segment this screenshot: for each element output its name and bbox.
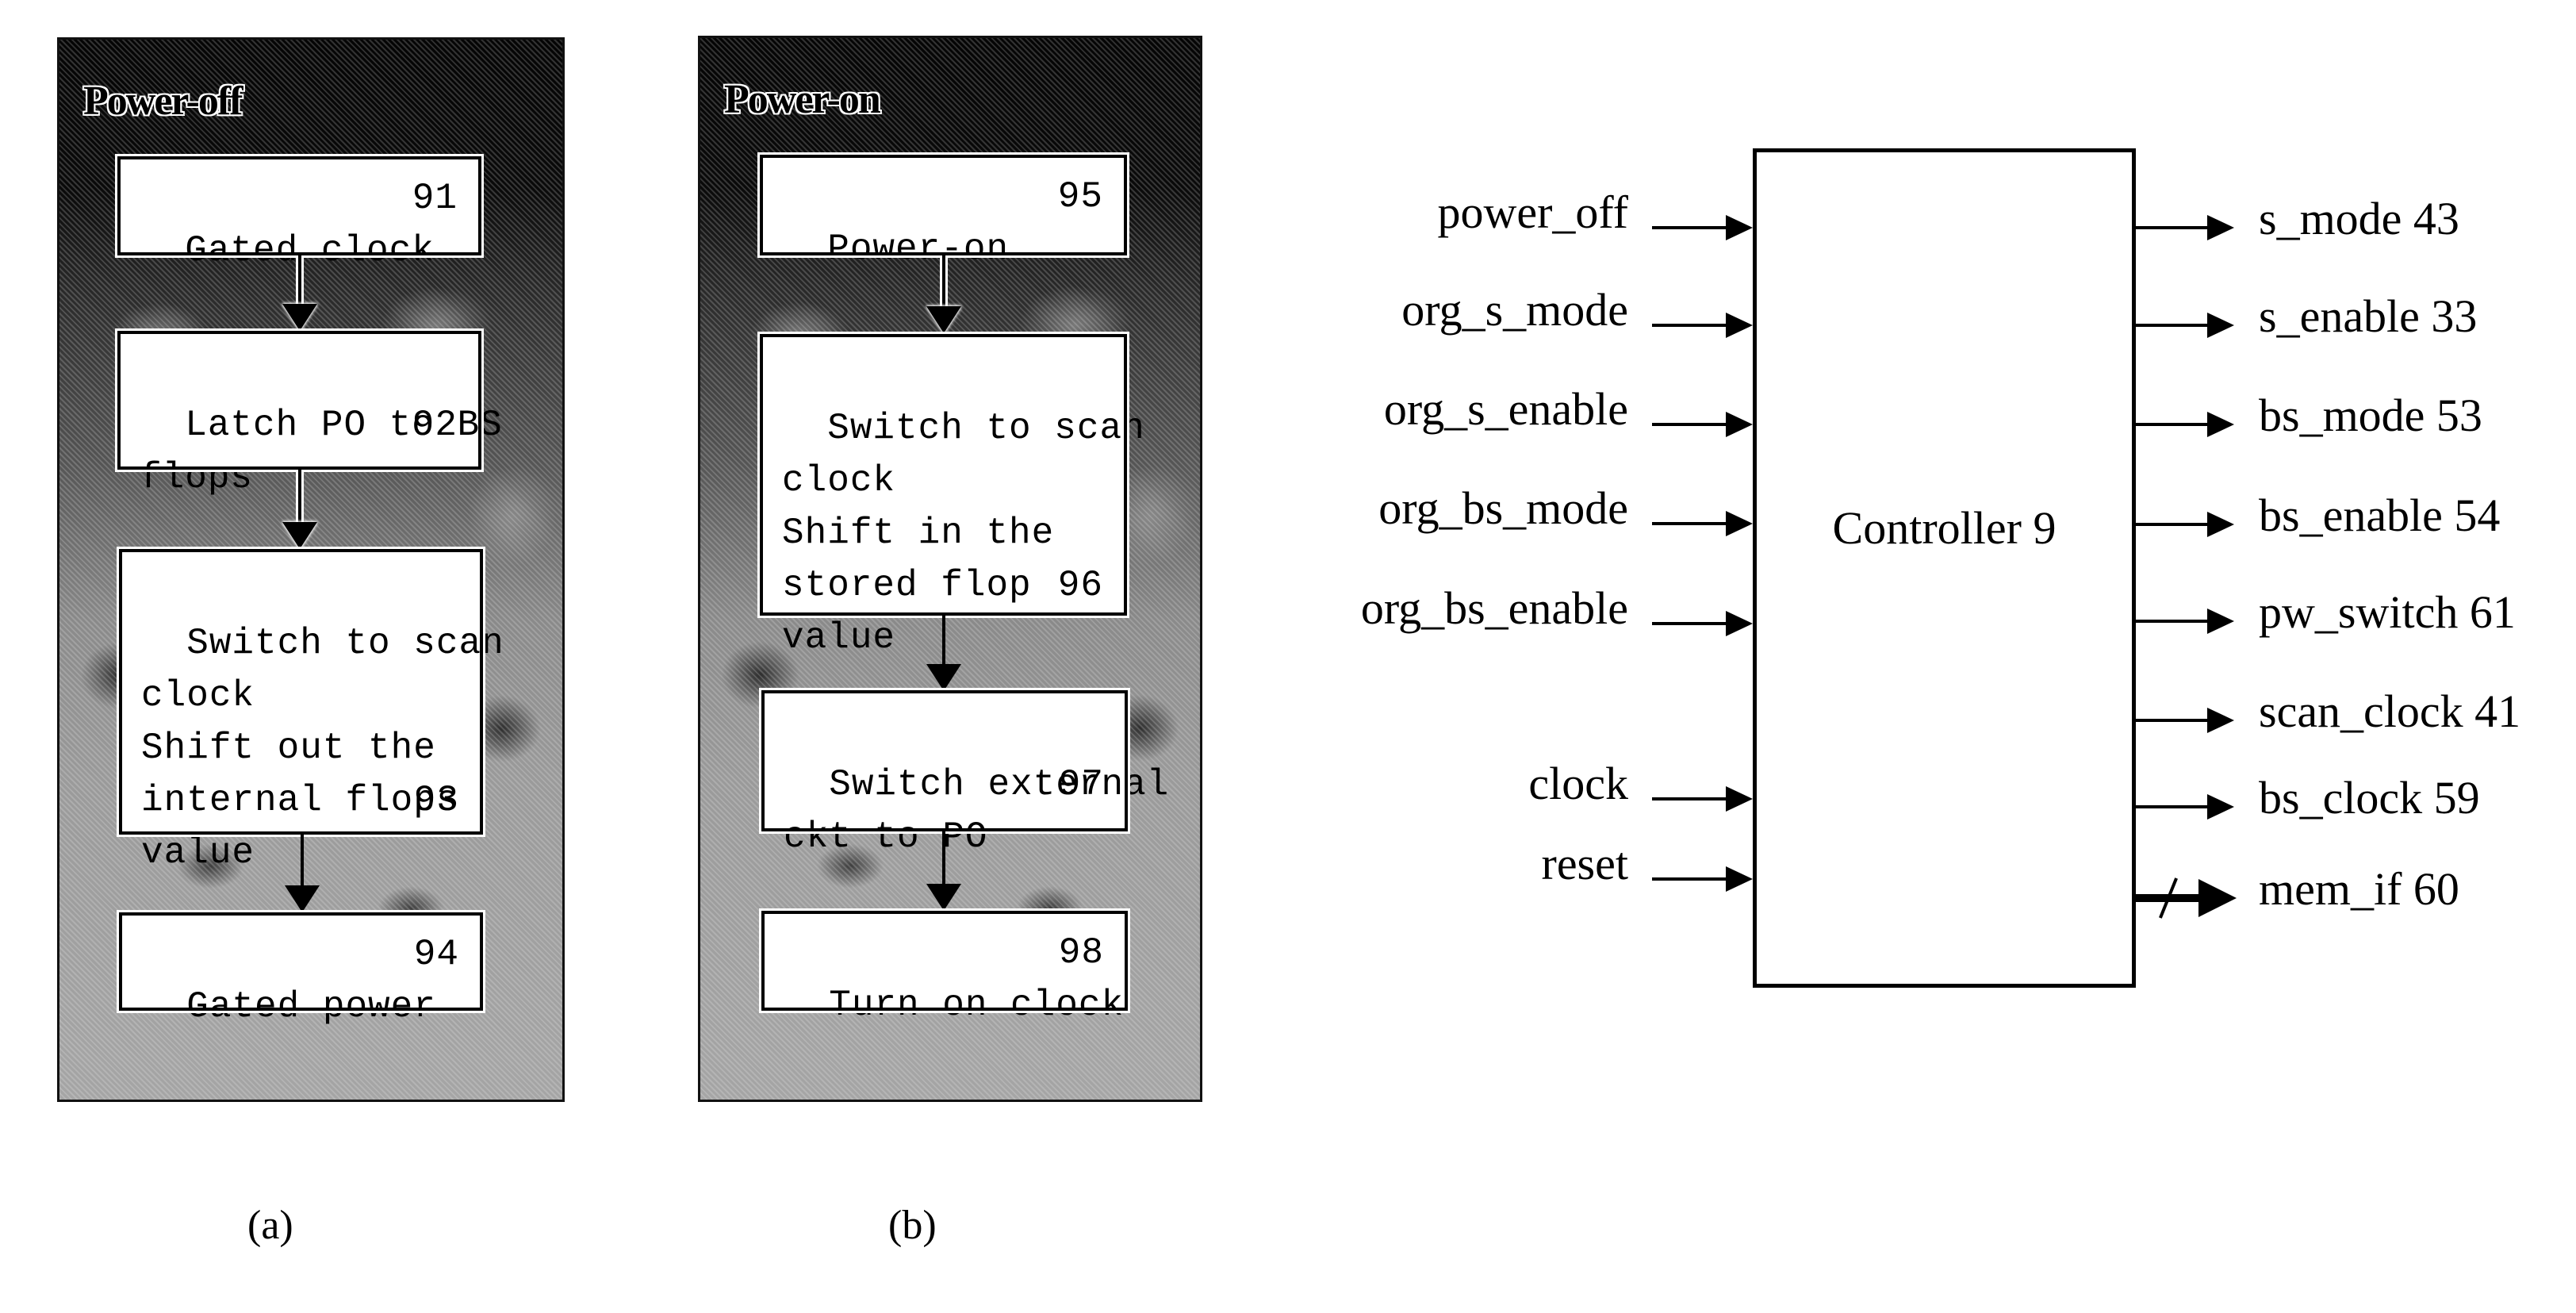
output-arrow-line xyxy=(2136,620,2211,623)
flow-arrow-head-icon xyxy=(282,304,317,331)
step-number: 93 xyxy=(413,780,459,821)
step-shift-out: Switch to scan clock Shift out the inter… xyxy=(117,547,504,873)
input-arrow-line xyxy=(1652,324,1731,327)
flow-arrow-head-icon xyxy=(926,664,961,691)
flow-arrow-shaft xyxy=(301,835,304,885)
output-arrow-line xyxy=(2136,719,2211,722)
input-arrow-head-icon xyxy=(1726,786,1753,812)
input-arrow-line xyxy=(1652,226,1731,229)
power-off-title: Power-off xyxy=(83,79,243,124)
output-arrow-line xyxy=(2136,324,2211,327)
output-arrow-line xyxy=(2136,523,2211,526)
output-label: bs_mode 53 xyxy=(2259,390,2482,441)
step-latch-po: Latch PO to BS flops 92 xyxy=(115,328,502,498)
input-arrow-line xyxy=(1652,877,1731,881)
output-arrow-line xyxy=(2136,423,2211,426)
step-number: 96 xyxy=(1057,565,1103,606)
step-text: Turn on clock xyxy=(829,985,1125,1026)
flow-arrow-shaft xyxy=(942,255,945,306)
flow-arrow-head-icon xyxy=(285,885,320,912)
output-arrow-head-icon xyxy=(2207,794,2234,820)
input-arrow-head-icon xyxy=(1726,866,1753,892)
input-arrow-head-icon xyxy=(1726,313,1753,338)
step-number: 92 xyxy=(412,405,458,446)
step-text: Gated clock xyxy=(185,230,435,271)
output-arrow-head-icon xyxy=(2207,215,2234,240)
step-number: 94 xyxy=(413,934,459,975)
step-text: Power-on xyxy=(827,228,1010,270)
output-label: s_mode 43 xyxy=(2259,193,2459,244)
output-arrow-head-icon xyxy=(2207,609,2234,634)
flow-arrow-shaft xyxy=(298,470,301,522)
input-label: org_bs_enable xyxy=(1360,582,1628,634)
output-arrow-head-icon xyxy=(2207,512,2234,537)
input-label: power_off xyxy=(1437,186,1628,238)
step-power-on: Power-on 95 xyxy=(757,152,1129,270)
input-arrow-line xyxy=(1652,797,1731,800)
input-arrow-head-icon xyxy=(1726,215,1753,240)
output-label: pw_switch 61 xyxy=(2259,586,2516,638)
input-label: org_s_mode xyxy=(1401,284,1628,336)
output-label: mem_if 60 xyxy=(2259,863,2459,915)
flow-arrow-head-icon xyxy=(926,306,961,333)
flow-arrow-head-icon xyxy=(926,884,961,911)
output-label: bs_enable 54 xyxy=(2259,489,2501,541)
bus-arrow-head-icon xyxy=(2198,879,2237,917)
input-label: clock xyxy=(1528,758,1628,809)
output-arrow-head-icon xyxy=(2207,313,2234,338)
controller-label: Controller 9 xyxy=(1832,502,2057,554)
step-number: 98 xyxy=(1058,932,1104,973)
flow-arrow-shaft xyxy=(942,616,945,665)
caption-a: (a) xyxy=(247,1203,293,1248)
input-arrow-line xyxy=(1652,522,1731,525)
flow-arrow-head-icon xyxy=(282,522,317,549)
flow-arrow-shaft xyxy=(298,255,301,305)
input-arrow-head-icon xyxy=(1726,412,1753,437)
output-arrow-line xyxy=(2136,226,2211,229)
output-arrow-head-icon xyxy=(2207,708,2234,733)
input-label: org_bs_mode xyxy=(1378,482,1628,534)
step-text: Gated power xyxy=(186,986,436,1027)
step-number: 95 xyxy=(1057,176,1103,217)
input-arrow-head-icon xyxy=(1726,511,1753,536)
caption-b: (b) xyxy=(888,1203,937,1248)
input-arrow-line xyxy=(1652,423,1731,426)
output-label: bs_clock 59 xyxy=(2259,772,2480,824)
step-gated-power: Gated power 94 xyxy=(117,910,485,1027)
step-number: 91 xyxy=(412,178,458,219)
step-number: 97 xyxy=(1058,764,1104,805)
input-label: reset xyxy=(1541,838,1629,889)
output-arrow-line xyxy=(2136,805,2211,808)
step-switch-external: Switch external ckt to PO 97 xyxy=(759,688,1168,858)
output-arrow-head-icon xyxy=(2207,412,2234,437)
step-shift-in: Switch to scan clock Shift in the stored… xyxy=(757,332,1144,658)
input-label: org_s_enable xyxy=(1383,383,1628,435)
power-on-title: Power-on xyxy=(724,77,881,122)
output-label: scan_clock 41 xyxy=(2259,685,2521,737)
input-arrow-line xyxy=(1652,622,1731,625)
flow-arrow-shaft xyxy=(942,831,945,884)
output-label: s_enable 33 xyxy=(2259,290,2478,342)
input-arrow-head-icon xyxy=(1726,611,1753,636)
step-gated-clock: Gated clock 91 xyxy=(115,154,484,271)
controller-block: Controller 9 xyxy=(1753,148,2136,988)
step-turn-on-clock: Turn on clock 98 xyxy=(759,908,1130,1026)
